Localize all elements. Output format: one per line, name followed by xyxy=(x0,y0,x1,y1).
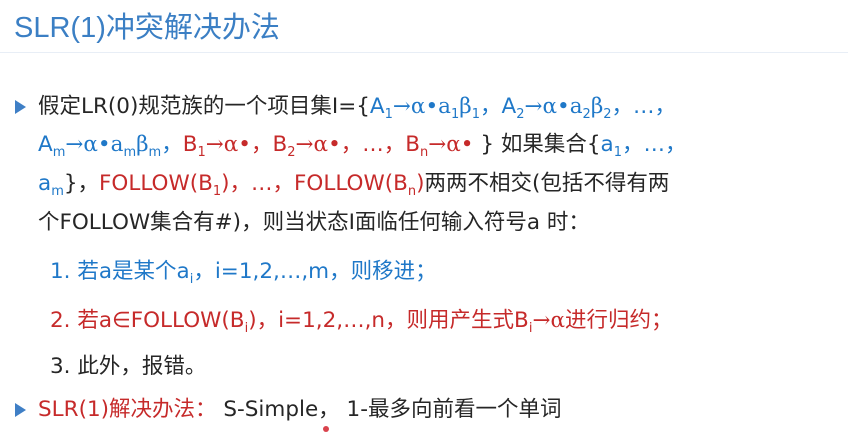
item-bn: Bn→α• xyxy=(405,132,474,160)
pointer-dot xyxy=(323,426,329,432)
set-a1: a1 xyxy=(600,132,622,160)
premise-text: 假定LR(0)规范族的一个项目集I={ xyxy=(38,94,370,119)
item-a2: A2→α•a2β2 xyxy=(501,94,612,122)
set-am: am xyxy=(38,171,64,199)
slr-label: SLR(1)解决办法： xyxy=(38,397,217,422)
rule-reduce: 2. 若a∈FOLLOW(Bi)，i=1,2,…,n，则用产生式Bi→α进行归约… xyxy=(50,308,673,336)
item-b1: B1→α• xyxy=(182,132,251,160)
bullet1-line2: Am→α•amβm，B1→α•，B2→α•，…，Bn→α• } 如果集合{a1，… xyxy=(38,132,687,160)
bullet2-line: SLR(1)解决办法： S-Simple， 1-最多向前看一个单词 xyxy=(38,396,561,424)
rule-shift: 1. 若a是某个ai，i=1,2,…,m，则移进； xyxy=(50,259,437,287)
bullet1-line4: 个FOLLOW集合有#)，则当状态I面临任何输入符号a 时： xyxy=(38,210,590,235)
bullet1-line1: 假定LR(0)规范族的一个项目集I={A1→α•a1β1，A2→α•a2β2，…… xyxy=(38,94,677,122)
item-b2: B2→α• xyxy=(272,132,341,160)
rule-error: 3. 此外，报错。 xyxy=(50,354,207,379)
item-am: Am→α•amβm xyxy=(38,132,162,160)
follow-bn: FOLLOW(Bn) xyxy=(294,171,425,199)
title-divider xyxy=(0,52,848,53)
slr-description: S-Simple， 1-最多向前看一个单词 xyxy=(216,397,562,422)
item-a1: A1→α•a1β1 xyxy=(369,94,480,122)
bullet1-line3: am}，FOLLOW(B1)，…，FOLLOW(Bn)两两不相交(包括不得有两 xyxy=(38,171,670,199)
bullet-triangle-icon xyxy=(15,100,26,114)
follow-b1: FOLLOW(B1) xyxy=(99,171,230,199)
bullet-triangle-icon xyxy=(15,403,26,417)
page-title: SLR(1)冲突解决办法 xyxy=(14,12,280,44)
